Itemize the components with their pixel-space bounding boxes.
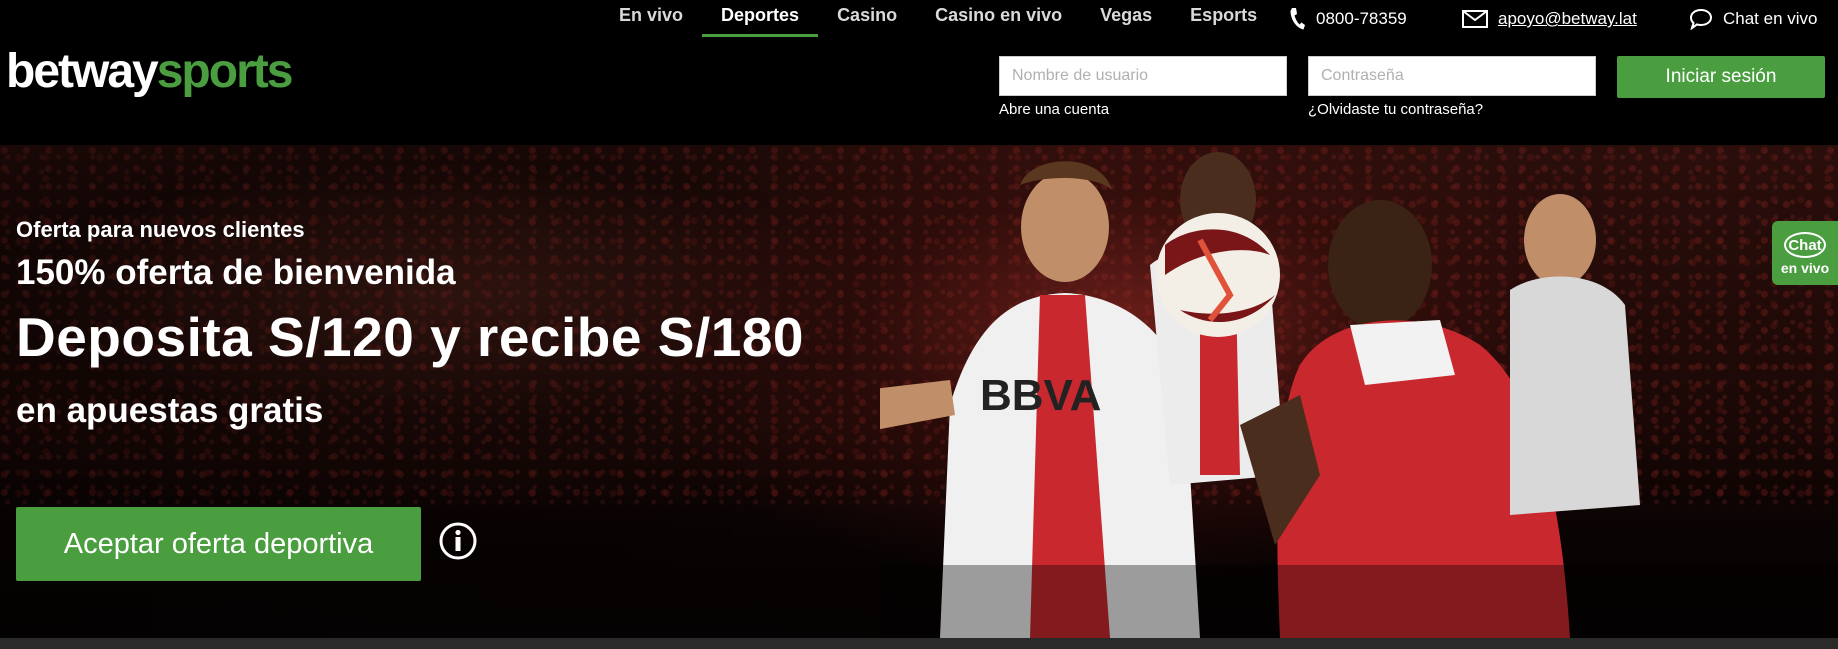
football-players-image: BBVA (880, 152, 1838, 638)
betway-sports-logo[interactable]: betwaysports (6, 45, 294, 98)
chat-badge-bottom: en vivo (1780, 260, 1830, 276)
site-header: betwaysports En vivo Deportes Casino Cas… (0, 0, 1838, 145)
offer-subtitle: en apuestas gratis (16, 391, 324, 430)
login-button[interactable]: Iniciar sesión (1617, 56, 1825, 98)
email-contact[interactable]: apoyo@betway.lat (1462, 5, 1637, 33)
logo-text-betway: betway (6, 45, 159, 98)
username-input[interactable] (999, 56, 1287, 96)
nav-item-deportes[interactable]: Deportes (702, 0, 819, 37)
logo-text-sports: sports (156, 45, 294, 98)
main-nav: En vivo Deportes Casino Casino en vivo V… (600, 0, 1276, 37)
nav-item-casino[interactable]: Casino (818, 0, 916, 35)
password-input[interactable] (1308, 56, 1596, 96)
open-account-link[interactable]: Abre una cuenta (999, 101, 1109, 118)
hero-banner: BBVA Oferta para nuevos clientes 150% of… (0, 145, 1838, 638)
live-chat-badge[interactable]: Chat en vivo (1772, 221, 1838, 285)
forgot-password-link[interactable]: ¿Olvidaste tu contraseña? (1308, 101, 1483, 118)
chat-badge-top: Chat (1784, 232, 1826, 258)
live-chat-link[interactable]: Chat en vivo (1689, 5, 1818, 33)
chat-bubble-icon (1689, 8, 1713, 30)
phone-contact[interactable]: 0800-78359 (1288, 5, 1407, 33)
phone-number: 0800-78359 (1316, 9, 1407, 28)
svg-text:BBVA: BBVA (980, 371, 1101, 420)
nav-item-esports[interactable]: Esports (1171, 0, 1276, 35)
accept-offer-button[interactable]: Aceptar oferta deportiva (16, 507, 421, 581)
offer-headline: Deposita S/120 y recibe S/180 (16, 306, 804, 368)
nav-item-en-vivo[interactable]: En vivo (600, 0, 702, 35)
page-bottom-bar (0, 638, 1838, 649)
phone-icon (1290, 8, 1305, 30)
live-chat-label: Chat en vivo (1723, 9, 1818, 28)
nav-item-vegas[interactable]: Vegas (1081, 0, 1171, 35)
info-icon[interactable] (438, 521, 478, 561)
offer-kicker: Oferta para nuevos clientes (16, 217, 305, 242)
mail-icon (1462, 10, 1488, 28)
email-link[interactable]: apoyo@betway.lat (1498, 9, 1637, 29)
offer-title: 150% oferta de bienvenida (16, 253, 456, 292)
nav-item-casino-en-vivo[interactable]: Casino en vivo (916, 0, 1081, 35)
